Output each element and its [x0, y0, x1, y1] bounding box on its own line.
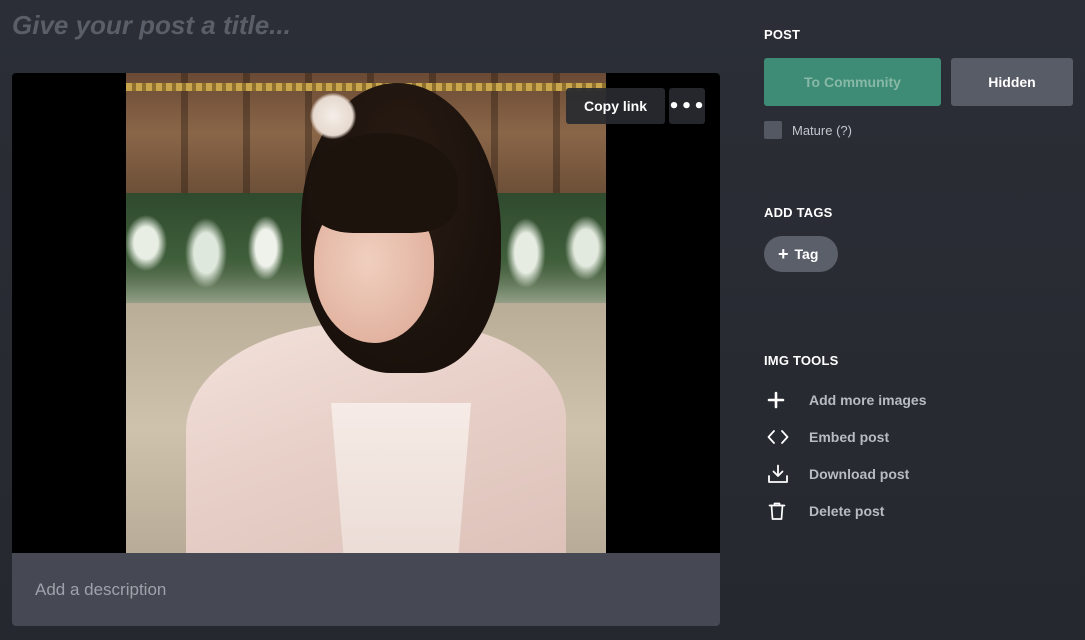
add-tag-label: Tag [794, 246, 819, 262]
post-heading: POST [764, 27, 801, 42]
add-tags-heading: ADD TAGS [764, 205, 833, 220]
download-post-label: Download post [809, 466, 910, 482]
description-input[interactable] [12, 553, 720, 626]
download-post-button[interactable]: Download post [764, 462, 909, 486]
post-editor: Copy link ••• POST To Community Hidden M… [0, 0, 1085, 640]
plus-icon: + [778, 244, 789, 264]
trash-icon [767, 499, 797, 523]
embed-post-label: Embed post [809, 429, 890, 445]
mature-option[interactable]: Mature (?) [764, 121, 852, 139]
copy-link-button[interactable]: Copy link [566, 88, 666, 124]
side-panel: POST To Community Hidden Mature (?) ADD … [764, 0, 1074, 640]
plus-icon [767, 388, 797, 412]
add-tag-button[interactable]: + Tag [764, 236, 839, 272]
add-more-images-button[interactable]: Add more images [764, 388, 926, 412]
to-community-button[interactable]: To Community [764, 58, 941, 106]
post-image [126, 73, 606, 553]
add-more-images-label: Add more images [809, 392, 927, 408]
img-tools-heading: IMG TOOLS [764, 353, 839, 368]
mature-checkbox[interactable] [764, 121, 782, 139]
delete-post-button[interactable]: Delete post [764, 499, 884, 523]
more-options-button[interactable]: ••• [668, 88, 705, 124]
image-frame: Copy link ••• [12, 73, 720, 553]
mature-label: Mature (?) [792, 122, 852, 138]
download-icon [767, 462, 797, 486]
post-title-input[interactable] [12, 6, 712, 44]
code-brackets-icon [767, 425, 797, 449]
hidden-button[interactable]: Hidden [951, 58, 1073, 106]
embed-post-button[interactable]: Embed post [764, 425, 889, 449]
delete-post-label: Delete post [809, 503, 885, 519]
